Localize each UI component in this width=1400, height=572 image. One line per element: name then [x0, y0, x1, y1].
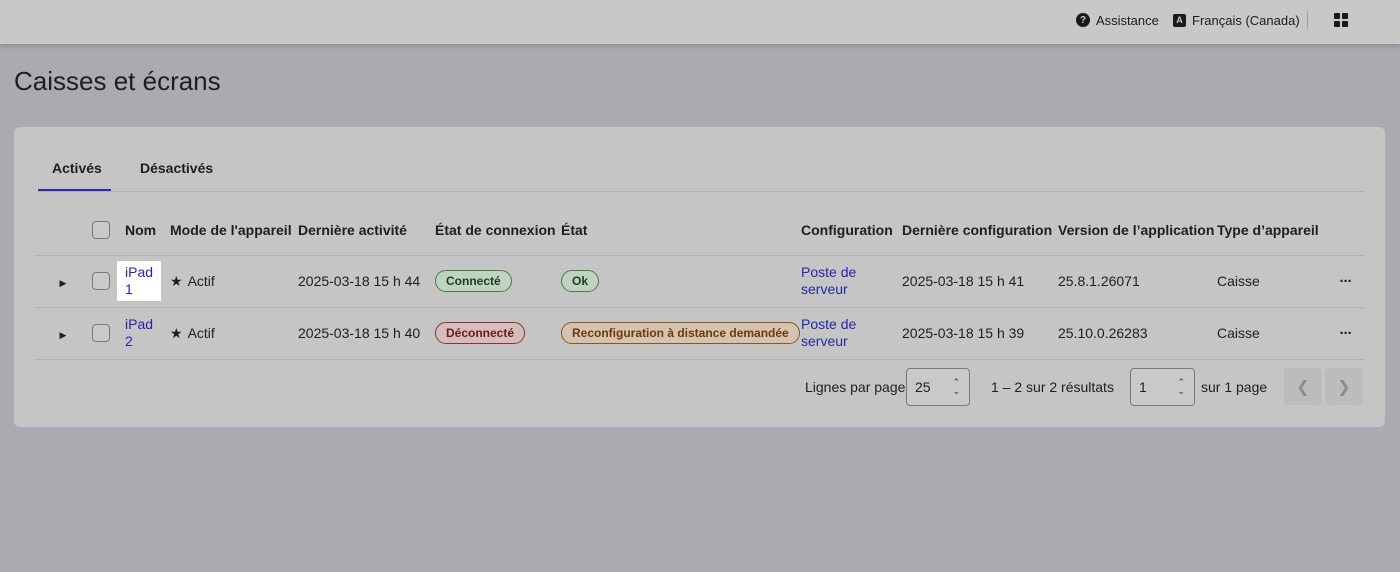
- results-count: 1 – 2 sur 2 résultats: [991, 379, 1114, 395]
- rows-per-page-select[interactable]: 25 ⌃ ⌄: [906, 368, 970, 406]
- device-type: Caisse: [1217, 255, 1327, 308]
- more-actions-icon[interactable]: ···: [1340, 273, 1353, 290]
- header-name[interactable]: Nom: [125, 205, 170, 256]
- chevron-left-icon: ❮: [1296, 378, 1310, 396]
- configuration-link[interactable]: Poste de serveur: [801, 316, 856, 350]
- page-select[interactable]: 1 ⌃ ⌄: [1130, 368, 1195, 406]
- expand-row-icon[interactable]: ▶: [60, 278, 67, 288]
- last-activity: 2025-03-18 15 h 44: [298, 255, 435, 308]
- device-mode: Actif: [187, 272, 215, 289]
- state-badge: Ok: [561, 270, 600, 292]
- header-state[interactable]: État: [561, 205, 801, 256]
- row-checkbox[interactable]: [92, 324, 110, 343]
- select-arrows-icon: ⌃ ⌄: [952, 377, 960, 396]
- device-type: Caisse: [1217, 307, 1327, 360]
- expand-row-icon[interactable]: ▶: [60, 330, 67, 340]
- chevron-right-icon: ❯: [1337, 378, 1351, 396]
- row-checkbox[interactable]: [92, 272, 110, 291]
- table-row: ▶ iPad 1 ★ Actif 2025-03-18 15 h 44 Conne…: [34, 255, 1364, 308]
- device-name-link[interactable]: iPad 1: [117, 261, 162, 301]
- table-row: ▶ iPad 2 ★ Actif 2025-03-18 15 h 40 Décon…: [34, 307, 1364, 360]
- device-mode: Actif: [187, 324, 215, 341]
- apps-button[interactable]: [1334, 13, 1348, 27]
- last-activity: 2025-03-18 15 h 40: [298, 307, 435, 360]
- header-connection[interactable]: État de connexion: [435, 205, 561, 256]
- page-value: 1: [1139, 379, 1147, 395]
- translate-icon: A: [1173, 13, 1186, 27]
- top-bar: ? Assistance A Français (Canada): [0, 0, 1400, 44]
- star-icon: ★: [170, 272, 183, 289]
- next-page-button[interactable]: ❯: [1325, 368, 1363, 405]
- last-configuration: 2025-03-18 15 h 41: [902, 255, 1058, 308]
- table-header-row: Nom Mode de l'appareil Dernière activité…: [34, 205, 1364, 256]
- state-badge: Reconfiguration à distance demandée: [561, 322, 800, 344]
- active-tab-indicator: [38, 189, 111, 191]
- previous-page-button[interactable]: ❮: [1284, 368, 1322, 405]
- language-label: Français (Canada): [1192, 12, 1300, 28]
- configuration-link[interactable]: Poste de serveur: [801, 264, 856, 298]
- topbar-divider: [1307, 12, 1308, 28]
- more-actions-icon[interactable]: ···: [1340, 325, 1353, 342]
- last-configuration: 2025-03-18 15 h 39: [902, 307, 1058, 360]
- tab-enabled[interactable]: Activés: [52, 160, 102, 176]
- device-name-link[interactable]: iPad 2: [125, 313, 153, 353]
- select-all-checkbox[interactable]: [92, 220, 110, 239]
- grid-apps-icon: [1334, 13, 1348, 27]
- connection-badge: Connecté: [435, 270, 512, 292]
- rows-per-page-value: 25: [915, 379, 931, 395]
- header-configuration[interactable]: Configuration: [801, 205, 902, 256]
- devices-card: Activés Désactivés Nom Mode de l'apparei…: [14, 127, 1385, 427]
- assistance-link[interactable]: ? Assistance: [1076, 0, 1159, 40]
- header-mode[interactable]: Mode de l'appareil: [170, 205, 298, 256]
- tab-bar: Activés Désactivés: [38, 127, 1364, 192]
- app-version: 25.8.1.26071: [1058, 255, 1217, 308]
- app-version: 25.10.0.26283: [1058, 307, 1217, 360]
- star-icon: ★: [170, 324, 183, 341]
- assistance-label: Assistance: [1096, 12, 1159, 28]
- page-title: Caisses et écrans: [14, 66, 221, 96]
- rows-per-page-label: Lignes par page: [805, 379, 906, 395]
- page-total-label: sur 1 page: [1201, 379, 1268, 395]
- header-last-configuration[interactable]: Dernière configuration: [902, 205, 1058, 256]
- header-app-version[interactable]: Version de l’application: [1058, 205, 1217, 256]
- select-arrows-icon: ⌃ ⌄: [1177, 377, 1185, 396]
- question-circle-icon: ?: [1076, 13, 1090, 27]
- language-selector[interactable]: A Français (Canada): [1173, 0, 1300, 40]
- header-device-type[interactable]: Type d’appareil: [1217, 205, 1327, 256]
- connection-badge: Déconnecté: [435, 322, 526, 344]
- devices-table: Nom Mode de l'appareil Dernière activité…: [34, 205, 1364, 360]
- tab-disabled[interactable]: Désactivés: [140, 160, 213, 176]
- header-last-activity[interactable]: Dernière activité: [298, 205, 435, 256]
